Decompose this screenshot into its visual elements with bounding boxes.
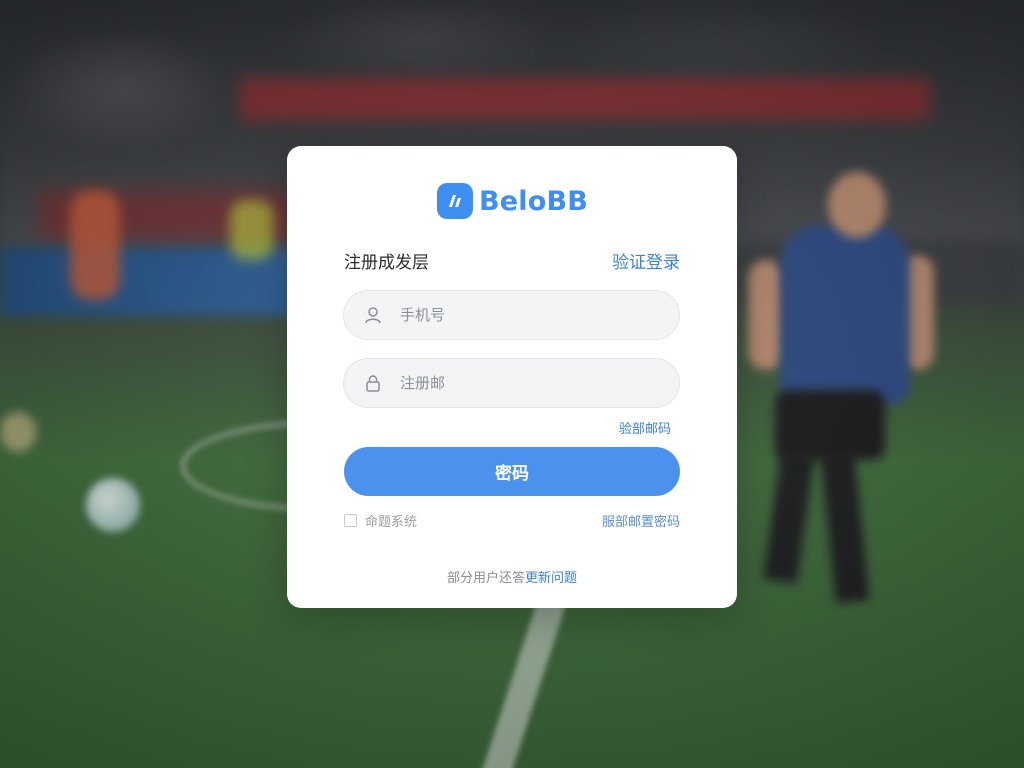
agreement-label: 命题系统 <box>365 515 418 530</box>
agreement-checkbox[interactable] <box>344 514 357 527</box>
agreement-link[interactable]: 服部邮置密码 <box>602 511 680 530</box>
password-field[interactable] <box>343 358 680 408</box>
form-title: 注册成发层 <box>344 253 429 273</box>
phone-input[interactable] <box>398 305 652 325</box>
agreement-row: 命题系统 服部邮置密码 <box>344 511 680 530</box>
password-input[interactable] <box>398 373 652 393</box>
form-header: 注册成发层 验证登录 <box>344 248 680 273</box>
login-card: BeloBB 注册成发层 验证登录 验部邮码 密码 命题系统 服部邮置密码 <box>287 146 737 608</box>
phone-field[interactable] <box>343 290 680 340</box>
user-icon <box>362 304 384 326</box>
brand-name: BeloBB <box>479 185 589 217</box>
footer-text: 部分用户还答 <box>446 571 525 586</box>
submit-button[interactable]: 密码 <box>344 447 680 496</box>
agreement-option: 命题系统 <box>344 511 417 530</box>
brand-logo: BeloBB <box>437 180 588 222</box>
footer-note: 部分用户还答更新问题 <box>287 567 737 586</box>
alt-login-link[interactable]: 验证登录 <box>612 248 680 273</box>
footer-link[interactable]: 更新问题 <box>525 571 577 586</box>
lock-icon <box>362 372 384 394</box>
logo-icon <box>437 183 473 219</box>
get-code-link[interactable]: 验部邮码 <box>619 418 671 437</box>
